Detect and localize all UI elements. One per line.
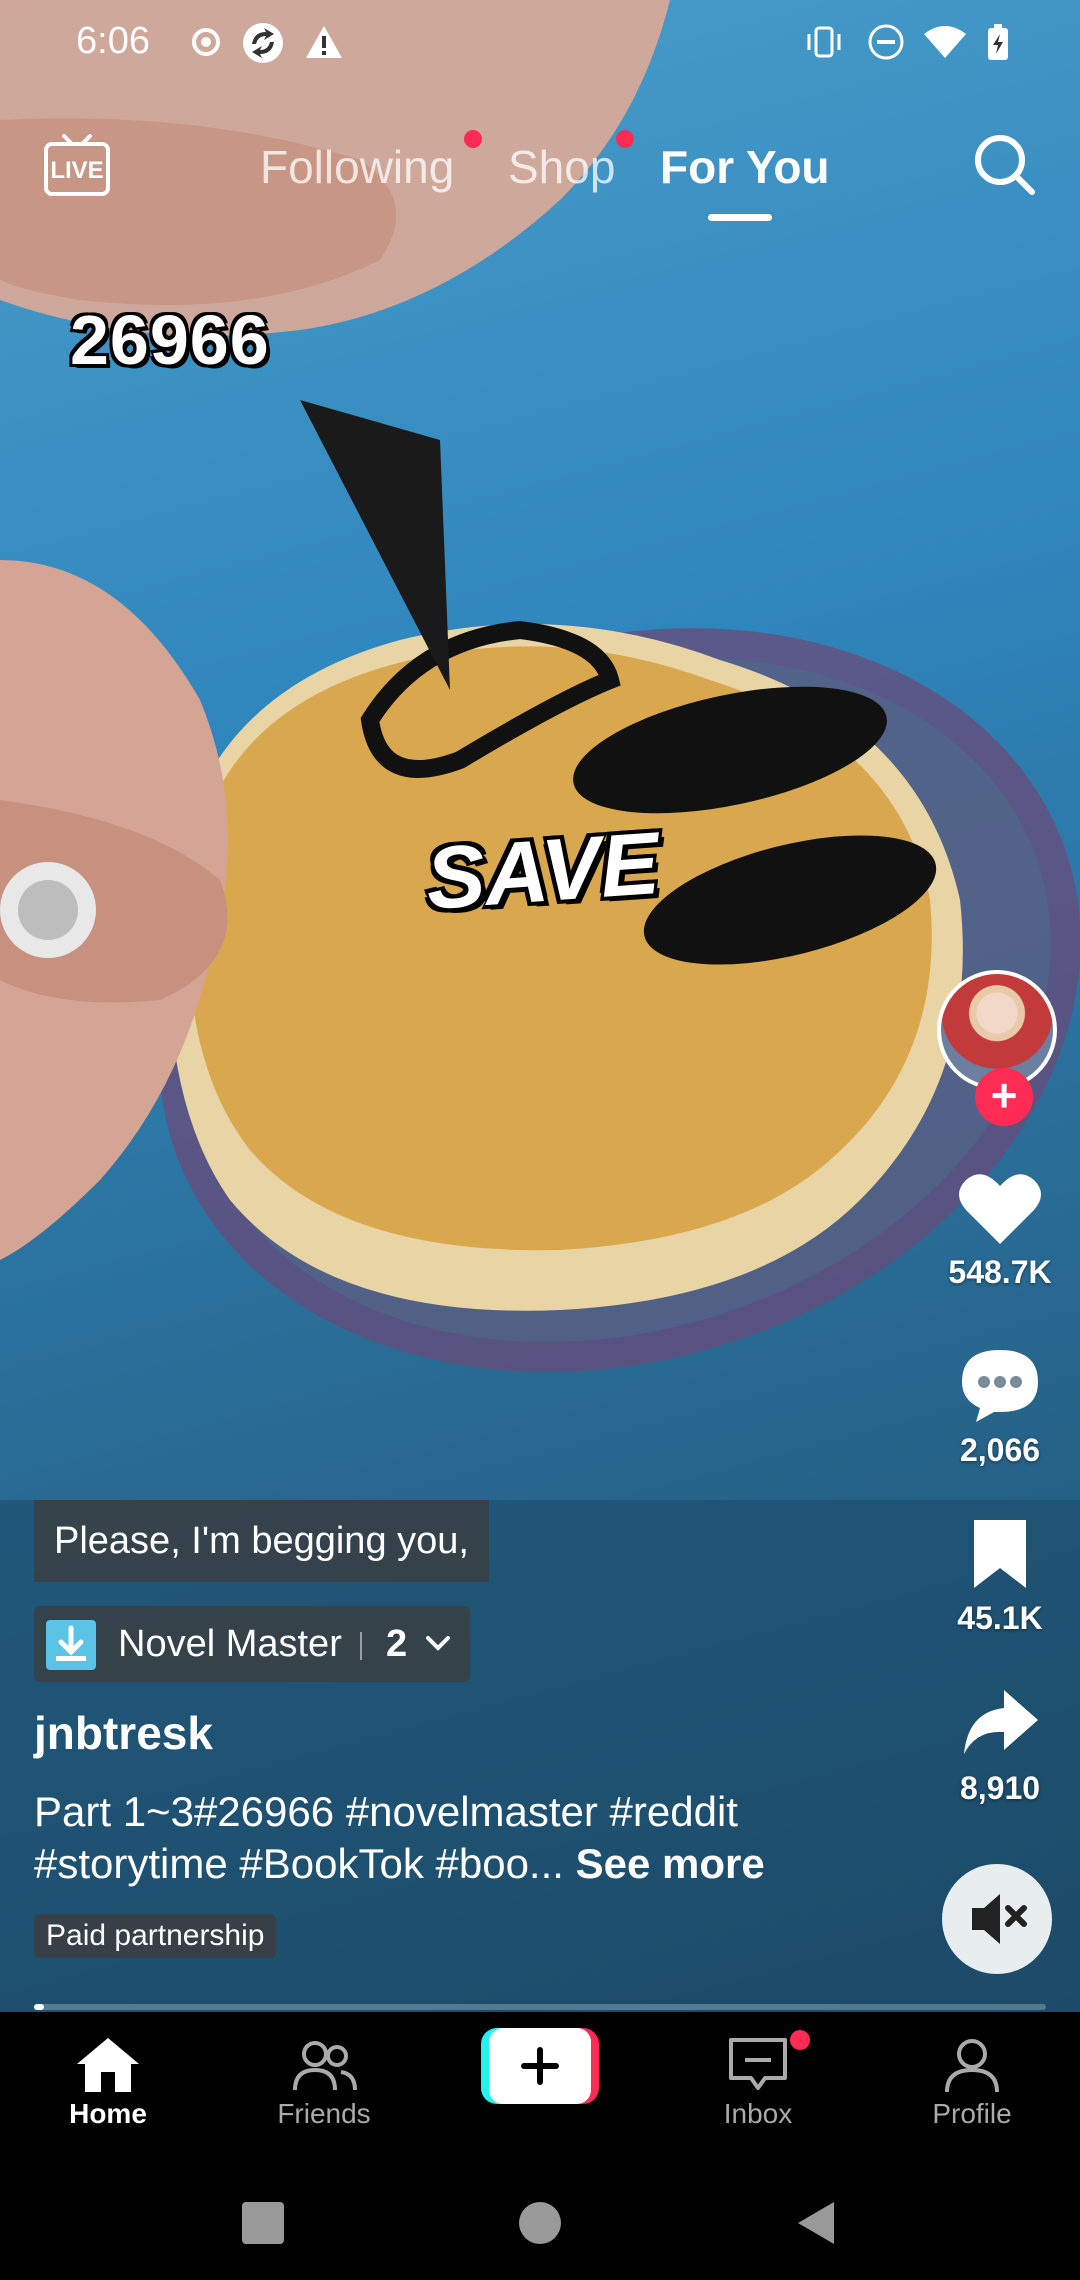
see-more-link[interactable]: See more — [576, 1840, 765, 1887]
novel-master-anchor[interactable]: Novel Master 2 — [34, 1606, 470, 1682]
video-subtitle: Please, I'm begging you, — [34, 1500, 489, 1582]
tab-following[interactable]: Following — [260, 140, 454, 194]
video-overlay-number: 26966 — [70, 301, 270, 379]
inbox-icon — [729, 2038, 787, 2090]
shop-notification-dot — [616, 130, 634, 148]
video-description[interactable]: Part 1~3#26966 #novelmaster #reddit #sto… — [34, 1786, 894, 1890]
live-button[interactable]: LIVE — [42, 130, 112, 200]
wifi-icon — [924, 26, 966, 58]
video-overlay-text: SAVE — [422, 812, 663, 929]
search-button[interactable] — [970, 130, 1038, 198]
status-time: 6:06 — [76, 20, 150, 62]
anchor-count: 2 — [386, 1623, 408, 1665]
back-icon[interactable] — [798, 2202, 834, 2244]
record-icon — [192, 28, 220, 56]
follow-button[interactable]: + — [975, 1068, 1033, 1126]
description-line-2-text: #storytime #BookTok #boo... — [34, 1840, 564, 1887]
description-line-2: #storytime #BookTok #boo... See more — [34, 1838, 894, 1890]
save-button[interactable]: 45.1K — [930, 1516, 1070, 1637]
nav-home[interactable]: Home — [28, 2034, 188, 2130]
share-count: 8,910 — [959, 1770, 1041, 1806]
following-notification-dot — [464, 130, 482, 148]
live-label: LIVE — [50, 157, 103, 184]
creator-username[interactable]: jnbtresk — [34, 1706, 213, 1760]
share-icon — [964, 1690, 1038, 1754]
chevron-down-icon — [426, 1636, 450, 1651]
system-nav-buttons — [242, 2202, 834, 2244]
bookmark-icon — [974, 1520, 1026, 1588]
video-progress-bar[interactable] — [34, 2004, 1046, 2010]
nav-inbox-label: Inbox — [723, 2098, 793, 2129]
nav-inbox[interactable]: Inbox — [678, 2034, 838, 2130]
nav-profile-label: Profile — [932, 2098, 1012, 2129]
video-progress-fill — [34, 2004, 45, 2010]
nav-friends-label: Friends — [277, 2098, 371, 2129]
muted-speaker-icon — [972, 1894, 1027, 1944]
bottom-nav: Home Friends Inbox Profile — [0, 2012, 1080, 2162]
comment-count: 2,066 — [959, 1432, 1041, 1468]
share-button[interactable]: 8,910 — [930, 1682, 1070, 1807]
system-nav-bar — [0, 2162, 1080, 2280]
description-line-1: Part 1~3#26966 #novelmaster #reddit — [34, 1788, 738, 1835]
like-count: 548.7K — [948, 1254, 1052, 1290]
download-icon — [46, 1620, 96, 1670]
nav-profile[interactable]: Profile — [892, 2034, 1052, 2130]
vibrate-icon — [807, 26, 841, 58]
inbox-notification-dot — [790, 2030, 810, 2050]
tab-shop[interactable]: Shop — [508, 140, 615, 194]
tab-for-you[interactable]: For You — [660, 140, 830, 194]
mute-button[interactable] — [942, 1864, 1052, 1974]
friends-icon — [293, 2041, 357, 2091]
sync-icon — [243, 23, 283, 63]
top-nav: LIVE Following Shop For You — [0, 120, 1080, 230]
profile-icon — [945, 2039, 999, 2093]
anchor-name: Novel Master — [118, 1623, 342, 1665]
home-icon — [77, 2038, 139, 2092]
paid-partnership-badge: Paid partnership — [34, 1914, 277, 1958]
save-count: 45.1K — [957, 1600, 1043, 1636]
anchor-divider — [360, 1632, 362, 1660]
create-button[interactable] — [481, 2028, 599, 2104]
comment-button[interactable]: 2,066 — [930, 1346, 1070, 1469]
home-nav-icon[interactable] — [519, 2202, 561, 2244]
status-bar: 6:06 — [0, 0, 1080, 90]
recents-icon[interactable] — [242, 2202, 284, 2244]
warning-icon — [306, 26, 342, 58]
dnd-icon — [868, 24, 904, 60]
active-tab-indicator — [708, 214, 772, 221]
heart-icon — [959, 1174, 1041, 1244]
like-button[interactable]: 548.7K — [930, 1170, 1070, 1291]
nav-home-label: Home — [69, 2098, 147, 2129]
battery-icon — [988, 24, 1008, 60]
comment-icon — [962, 1350, 1038, 1422]
creator-avatar-button[interactable]: + — [937, 970, 1057, 1126]
nav-friends[interactable]: Friends — [244, 2034, 404, 2130]
